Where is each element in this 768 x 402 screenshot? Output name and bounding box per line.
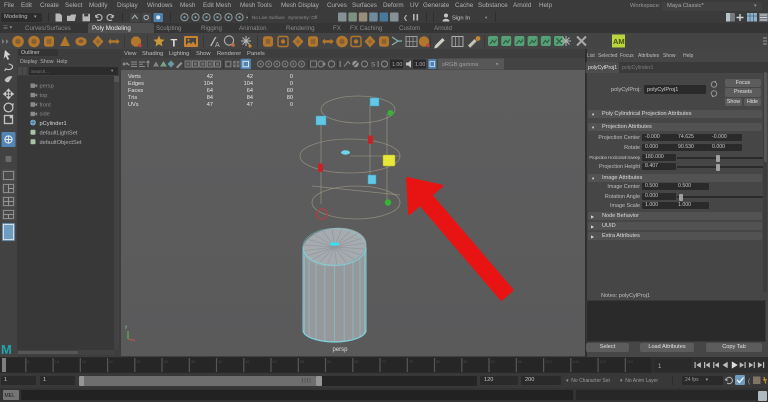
svg-text:104: 104 [204, 81, 213, 87]
svg-text:110: 110 [600, 359, 607, 364]
svg-text:115: 115 [627, 359, 634, 364]
svg-text:Verts: Verts [128, 74, 141, 80]
svg-text:95: 95 [518, 359, 523, 364]
svg-text:90: 90 [490, 359, 495, 364]
svg-text:sRGB gamma: sRGB gamma [442, 62, 479, 68]
svg-text:Sign In: Sign In [452, 16, 470, 22]
svg-text:persp: persp [332, 347, 348, 353]
svg-text:60: 60 [327, 359, 332, 364]
svg-text:Edges: Edges [128, 81, 144, 87]
svg-text:40: 40 [218, 359, 223, 364]
svg-text:80: 80 [287, 95, 293, 101]
svg-text:front: front [40, 102, 52, 108]
svg-text:AM: AM [613, 37, 625, 46]
svg-text:104: 104 [244, 81, 253, 87]
svg-text:(: ( [748, 378, 751, 385]
svg-text:▾: ▾ [485, 15, 488, 20]
svg-text:UVs: UVs [128, 102, 139, 108]
svg-text:84: 84 [247, 95, 253, 101]
svg-text:S: S [371, 62, 376, 69]
svg-text:80: 80 [436, 359, 441, 364]
svg-text:pCylinder1: pCylinder1 [40, 121, 67, 127]
svg-text:side: side [40, 112, 50, 118]
svg-text:persp: persp [40, 84, 54, 90]
svg-text:1.00: 1.00 [392, 62, 402, 68]
svg-text:15: 15 [82, 359, 87, 364]
svg-text:45: 45 [245, 359, 250, 364]
svg-text:20: 20 [109, 359, 114, 364]
svg-text:0: 0 [290, 74, 293, 80]
svg-text:85: 85 [463, 359, 468, 364]
svg-text:60: 60 [287, 88, 293, 94]
svg-text:47: 47 [247, 102, 253, 108]
svg-text:64: 64 [207, 88, 213, 94]
svg-text:64: 64 [247, 88, 253, 94]
svg-text:65: 65 [354, 359, 359, 364]
svg-text:10: 10 [55, 359, 60, 364]
svg-text:❮: ❮ [403, 15, 408, 22]
svg-text:0: 0 [290, 102, 293, 108]
svg-text:70: 70 [381, 359, 386, 364]
svg-text:100: 100 [545, 359, 552, 364]
svg-text:y: y [125, 324, 128, 329]
svg-text:M: M [1, 342, 12, 357]
svg-text:42: 42 [247, 74, 253, 80]
svg-text:25: 25 [136, 359, 141, 364]
svg-text:Faces: Faces [128, 88, 143, 94]
svg-text:No Live Surface: No Live Surface [252, 15, 285, 20]
svg-text:35: 35 [191, 359, 196, 364]
svg-text:50: 50 [272, 359, 277, 364]
svg-text:A: A [215, 42, 220, 49]
svg-text:top: top [40, 93, 48, 99]
svg-text:30: 30 [163, 359, 168, 364]
svg-text:105: 105 [572, 359, 579, 364]
svg-text:0: 0 [290, 81, 293, 87]
svg-text:47: 47 [207, 102, 213, 108]
svg-text:1.00: 1.00 [415, 62, 425, 68]
svg-text:defaultObjectSet: defaultObjectSet [40, 140, 82, 146]
svg-text:55: 55 [300, 359, 305, 364]
svg-text:T: T [171, 38, 178, 50]
svg-text:Tris: Tris [128, 95, 137, 101]
svg-text:defaultLightSet: defaultLightSet [40, 131, 78, 137]
svg-text:84: 84 [207, 95, 213, 101]
svg-text:75: 75 [409, 359, 414, 364]
svg-text:42: 42 [207, 74, 213, 80]
